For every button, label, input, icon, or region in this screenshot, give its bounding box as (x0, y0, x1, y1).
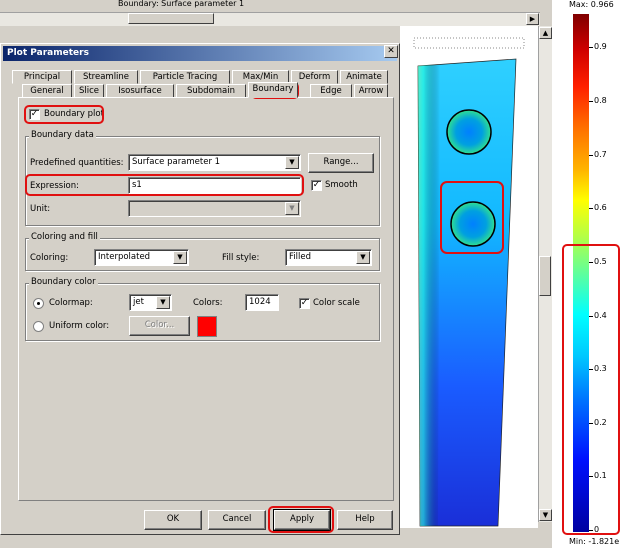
colormap-value: jet (133, 297, 144, 307)
uniform-color-label: Uniform color: (49, 321, 110, 331)
colorbar-tick-label: 0.1 (594, 471, 607, 481)
boundary-color-title: Boundary color (29, 277, 98, 287)
colorbar-tick-label: 0 (594, 525, 600, 534)
tab-edge[interactable]: Edge (310, 84, 352, 98)
scroll-down-arrow-icon[interactable]: ▼ (539, 509, 552, 521)
help-button[interactable]: Help (337, 510, 393, 530)
unit-label: Unit: (30, 204, 51, 214)
check-icon: ✓ (300, 298, 309, 308)
expression-input[interactable]: s1 (128, 177, 301, 194)
fill-style-value: Filled (289, 252, 311, 262)
colorbar-tick-mark (589, 261, 593, 263)
check-icon: ✓ (312, 180, 321, 190)
colorbar-tick-label: 0.8 (594, 96, 607, 105)
chevron-down-icon[interactable]: ▼ (285, 156, 299, 169)
colorbar-tick-label: 0.5 (594, 256, 607, 266)
colorbar-tick-label: 0.9 (594, 42, 607, 52)
vertical-scroll-thumb[interactable] (539, 256, 551, 296)
plot-footer (400, 528, 552, 548)
plot-header (0, 0, 545, 12)
predefined-quantities-select[interactable]: Surface parameter 1 ▼ (128, 154, 301, 171)
colormap-radio[interactable] (33, 298, 44, 309)
tab-principal[interactable]: Principal (12, 70, 72, 84)
colorbar-tick-label: 0.4 (594, 310, 607, 320)
colorbar-tick-mark (589, 208, 593, 210)
predefined-quantities-label: Predefined quantities: (30, 158, 124, 168)
geometry-plot (413, 37, 525, 527)
unit-select[interactable]: ▼ (128, 200, 301, 217)
coloring-value: Interpolated (98, 252, 151, 262)
colorbar-tick-mark (589, 422, 593, 424)
hole-bottom (450, 201, 496, 247)
colorbar-tick-label: 0.3 (594, 364, 607, 374)
chevron-down-icon[interactable]: ▼ (285, 202, 299, 215)
mesh-outline (413, 37, 525, 49)
cancel-button[interactable]: Cancel (208, 510, 266, 530)
chevron-down-icon[interactable]: ▼ (356, 251, 370, 264)
plot-canvas[interactable] (400, 26, 538, 528)
close-icon[interactable]: ✕ (384, 45, 398, 58)
uniform-color-radio[interactable] (33, 321, 44, 332)
boundary-plot-checkbox[interactable]: ✓ (29, 109, 40, 120)
tab-arrow[interactable]: Arrow (354, 84, 388, 98)
colorbar-tick-mark (589, 476, 593, 478)
colorbar-tick-label: 0.6 (594, 203, 607, 213)
tab-animate[interactable]: Animate (340, 70, 388, 84)
tab-subdomain[interactable]: Subdomain (176, 84, 246, 98)
smooth-label: Smooth (325, 180, 358, 190)
coloring-fill-title: Coloring and fill (29, 232, 100, 242)
tab-general[interactable]: General (22, 84, 72, 98)
chevron-down-icon[interactable]: ▼ (156, 296, 170, 309)
tab-boundary[interactable]: Boundary (248, 82, 298, 98)
colors-input[interactable]: 1024 (245, 294, 279, 311)
tab-particle-tracing[interactable]: Particle Tracing (140, 70, 230, 84)
boundary-plot-label: Boundary plot (44, 109, 104, 119)
expression-label: Expression: (30, 181, 80, 191)
predefined-quantities-value: Surface parameter 1 (132, 157, 221, 167)
apply-button[interactable]: Apply (273, 509, 331, 531)
coloring-label: Coloring: (30, 253, 69, 263)
tab-isosurface[interactable]: Isosurface (106, 84, 174, 98)
horizontal-scrollbar[interactable] (0, 12, 540, 26)
colormap-label: Colormap: (49, 298, 93, 308)
colorbar-min-label: Min: -1.821e (569, 537, 620, 546)
colorbar-tick-mark (589, 101, 593, 102)
fill-style-select[interactable]: Filled ▼ (285, 249, 372, 266)
tab-streamline[interactable]: Streamline (74, 70, 138, 84)
fill-style-label: Fill style: (222, 253, 260, 263)
scroll-right-arrow-icon[interactable]: ▶ (526, 13, 539, 25)
range-button[interactable]: Range... (308, 153, 374, 173)
tab-deform[interactable]: Deform (291, 70, 338, 84)
horizontal-scroll-thumb[interactable] (128, 13, 214, 24)
chevron-down-icon[interactable]: ▼ (173, 251, 187, 264)
boundary-data-title: Boundary data (29, 130, 96, 140)
color-scale-checkbox[interactable]: ✓ (299, 298, 310, 309)
coloring-select[interactable]: Interpolated ▼ (94, 249, 189, 266)
boundary-edge-gradient (418, 64, 440, 526)
colorbar-tick-mark (589, 154, 593, 156)
colors-label: Colors: (193, 298, 223, 308)
colormap-select[interactable]: jet ▼ (129, 294, 172, 311)
dialog-titlebar[interactable]: Plot Parameters (3, 46, 397, 61)
hole-top (446, 109, 492, 155)
colorbar-tick-mark (589, 47, 593, 49)
colorbar-tick-mark (589, 315, 593, 317)
colorbar-max-label: Max: 0.966 (569, 0, 614, 9)
color-scale-label: Color scale (313, 298, 360, 308)
colorbar-tick-label: 0.7 (594, 149, 607, 159)
colorbar-tick-mark (589, 530, 593, 531)
color-button[interactable]: Color... (129, 316, 190, 336)
colorbar-gradient (573, 14, 589, 532)
colorbar-tick-label: 0.2 (594, 417, 607, 427)
colorbar-tick-mark (589, 369, 593, 371)
scroll-up-arrow-icon[interactable]: ▲ (539, 27, 552, 39)
uniform-color-swatch[interactable] (197, 316, 217, 337)
plot-title: Boundary: Surface parameter 1 (118, 0, 245, 8)
smooth-checkbox[interactable]: ✓ (311, 180, 322, 191)
ok-button[interactable]: OK (144, 510, 202, 530)
tab-slice[interactable]: Slice (74, 84, 104, 98)
check-icon: ✓ (30, 109, 39, 119)
